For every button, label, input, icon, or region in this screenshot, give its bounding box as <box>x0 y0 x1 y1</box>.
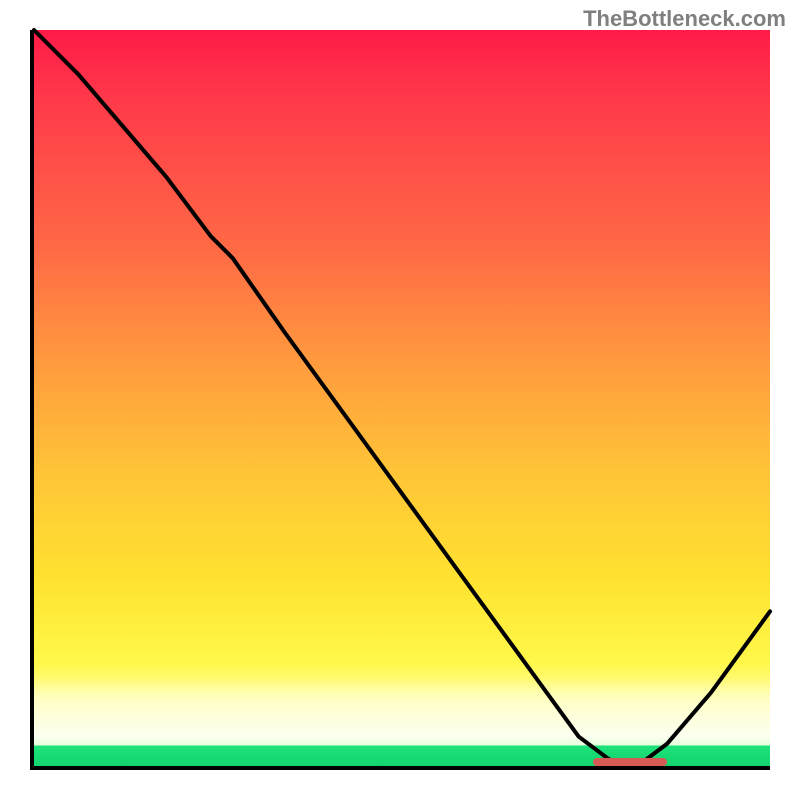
chart-plot-area <box>30 30 770 770</box>
bottleneck-curve-path <box>34 30 770 766</box>
minimum-marker <box>593 758 667 766</box>
attribution-text: TheBottleneck.com <box>583 6 786 32</box>
chart-line <box>34 30 770 766</box>
